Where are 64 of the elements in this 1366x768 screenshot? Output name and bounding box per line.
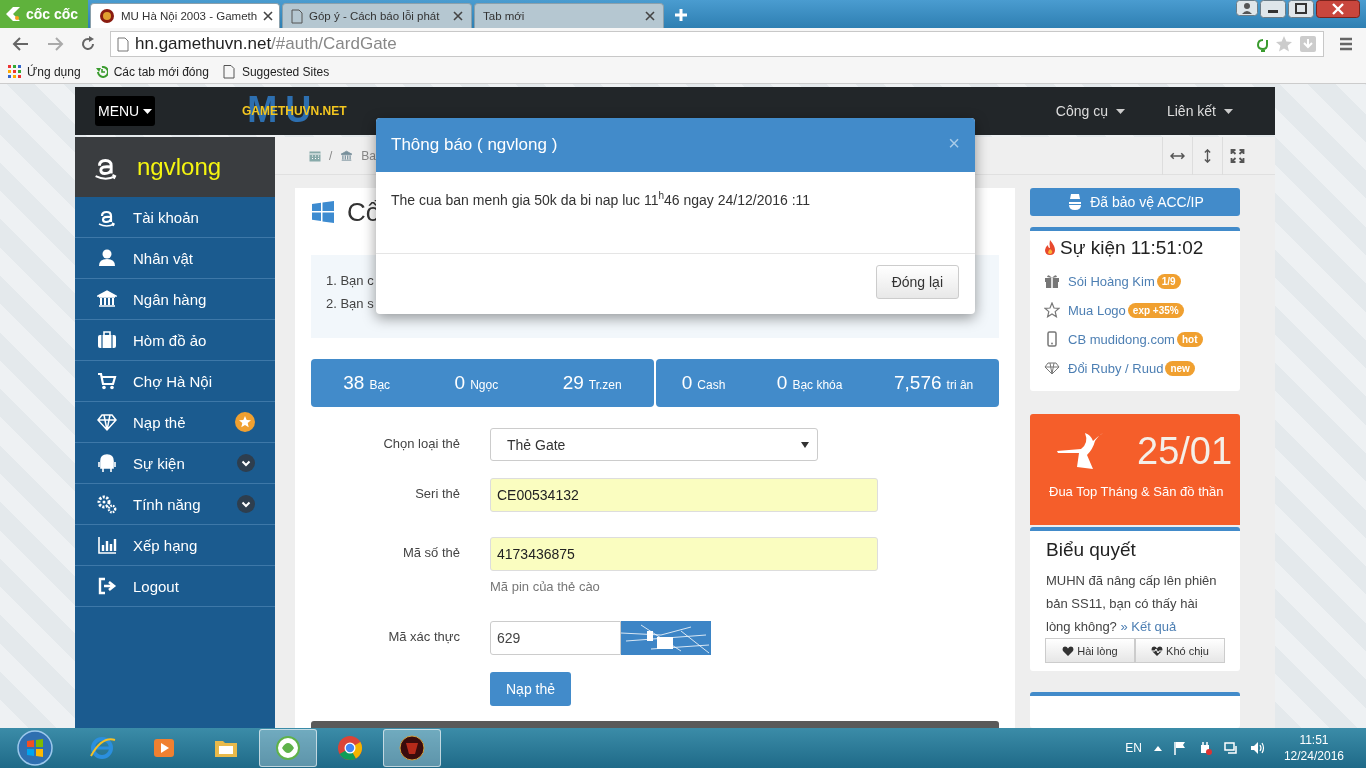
stat-unit: Bạc: [369, 378, 391, 392]
stat-unit: tri ân: [946, 378, 974, 392]
sidebar-item[interactable]: Tính năng: [75, 484, 275, 525]
browser-tab[interactable]: MU Hà Nội 2003 - Gameth: [90, 3, 280, 28]
event-link[interactable]: Mua Logo: [1068, 302, 1126, 318]
vote-button[interactable]: Hài lòng: [1045, 638, 1135, 664]
sidebar-item[interactable]: Hòm đồ ảo: [75, 320, 275, 361]
event-date: 25/01: [1137, 429, 1233, 473]
dialog-title: Thông báo ( ngvlong ): [391, 135, 558, 155]
event-badge: new: [1165, 360, 1195, 376]
captcha-field[interactable]: 629: [490, 621, 621, 655]
panel-title: Sự kiện 11:51:02: [1060, 236, 1204, 259]
help-text: Mã pin của thẻ cào: [490, 579, 601, 594]
text-field[interactable]: 4173436875: [490, 537, 878, 571]
sidebar-item[interactable]: Ngân hàng: [75, 279, 275, 320]
stat-unit: Bạc khóa: [792, 378, 843, 392]
user-header: ngvlong: [75, 137, 275, 197]
event-badge: exp +35%: [1127, 302, 1184, 318]
stat-unit: Ngọc: [470, 378, 499, 392]
clock-date[interactable]: 12/24/2016: [1283, 748, 1344, 764]
vote-question: MUHN đã nâng cấp lên phiên bản SS11, bạn có thấy hài lòng không? » Kết quả: [1046, 572, 1218, 637]
dialog-message: The cua ban menh gia 50k da bi nap luc 11$^{h}$46 ngay 24/12/2016 :11: [391, 190, 812, 208]
vote-button[interactable]: Khó chịu: [1135, 638, 1225, 664]
field-label: Chọn loại thẻ: [382, 435, 460, 453]
bookmark[interactable]: Suggested Sites: [222, 64, 330, 79]
nav-link[interactable]: Liên kết: [1166, 103, 1233, 119]
stat-value: 0: [454, 372, 466, 393]
event-link[interactable]: Sói Hoàng Kim: [1068, 273, 1155, 289]
stat-value: 38: [343, 372, 365, 393]
nav-link[interactable]: Công cụ: [1055, 103, 1125, 119]
stat-unit: Cash: [697, 378, 726, 392]
browser-tab[interactable]: Tab mới: [474, 3, 664, 28]
protect-button[interactable]: Đã bảo vệ ACC/IP: [1030, 188, 1240, 216]
event-badge: hot: [1176, 331, 1203, 347]
stat-unit: Tr.zen: [588, 378, 622, 392]
info-text: 2. Bạn s: [326, 295, 374, 313]
event-link[interactable]: CB mudidong.com: [1068, 331, 1175, 347]
clock-time[interactable]: 11:51: [1283, 732, 1344, 748]
stat-value: 0: [776, 372, 788, 393]
submit-button[interactable]: Nạp thẻ: [490, 672, 572, 706]
stat-value: 7,576: [894, 372, 942, 393]
breadcrumb-separator: /: [329, 148, 333, 163]
text-field[interactable]: CE00534132: [490, 478, 878, 512]
bookmark[interactable]: Các tab mới đóng: [94, 64, 209, 79]
panel-title: Biểu quyết: [1046, 539, 1137, 562]
address-field[interactable]: hn.gamethuvn.net/#auth/CardGate: [110, 31, 1324, 57]
browser-tab[interactable]: Góp ý - Cách báo lỗi phát: [282, 3, 472, 28]
bookmark[interactable]: Ứng dụng: [8, 64, 81, 79]
field-label: Mã số thẻ: [401, 544, 460, 562]
event-badge: 1/9: [1156, 273, 1181, 289]
close-dialog-button[interactable]: Đóng lại: [875, 265, 959, 299]
card-type-dropdown[interactable]: Thẻ Gate: [490, 428, 818, 461]
event-title: Đua Top Tháng & Săn đồ thần: [1049, 482, 1225, 501]
stat-value: 29: [562, 372, 584, 393]
stat-value: 0: [681, 372, 693, 393]
language-indicator[interactable]: EN: [1125, 741, 1142, 755]
field-label: Mã xác thực: [387, 628, 460, 646]
results-link[interactable]: » Kết quả: [1120, 619, 1177, 635]
event-link[interactable]: Đổi Ruby / Ruud: [1068, 360, 1164, 376]
sidebar-item[interactable]: Sự kiện: [75, 443, 275, 484]
info-text: 1. Bạn c: [326, 272, 374, 290]
sidebar-item[interactable]: Nạp thẻ: [75, 402, 275, 443]
field-label: Seri thẻ: [414, 485, 460, 503]
menu-button[interactable]: MENU: [95, 96, 156, 126]
